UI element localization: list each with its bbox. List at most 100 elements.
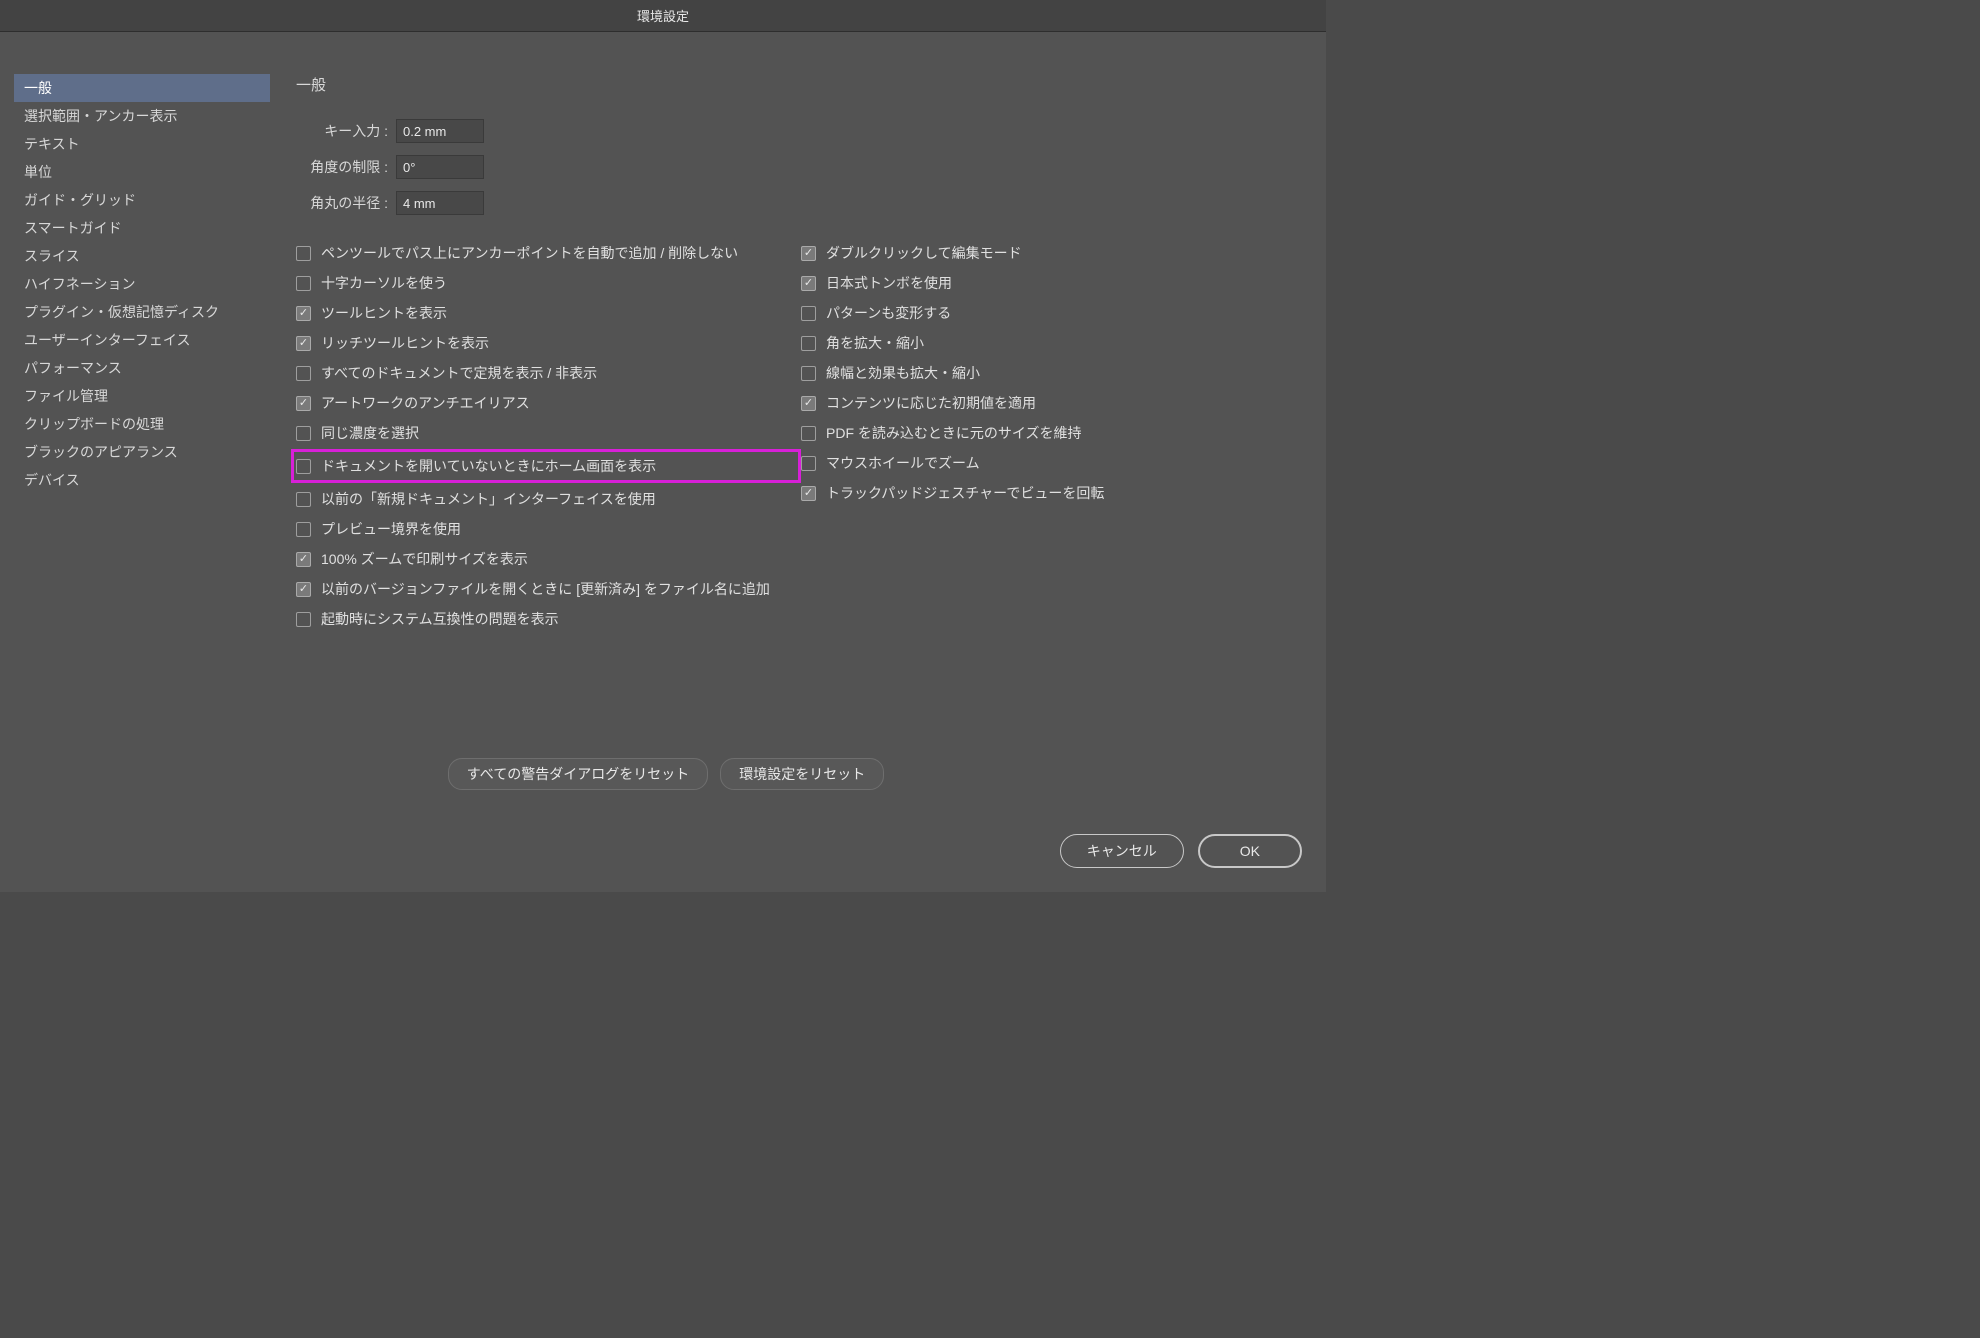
sidebar-item-performance[interactable]: パフォーマンス	[14, 354, 270, 382]
sidebar-item-devices[interactable]: デバイス	[14, 466, 270, 494]
right-check-row-6[interactable]: PDF を読み込むときに元のサイズを維持	[801, 423, 1306, 443]
right-check-checkbox-3[interactable]	[801, 336, 816, 351]
right-check-label-5: コンテンツに応じた初期値を適用	[826, 393, 1036, 413]
angle-label: 角度の制限 :	[296, 157, 396, 177]
right-check-label-4: 線幅と効果も拡大・縮小	[826, 363, 980, 383]
right-check-label-1: 日本式トンボを使用	[826, 273, 952, 293]
reset-buttons: すべての警告ダイアログをリセット 環境設定をリセット	[296, 758, 1036, 790]
sidebar-item-text[interactable]: テキスト	[14, 130, 270, 158]
sidebar-item-plugins[interactable]: プラグイン・仮想記憶ディスク	[14, 298, 270, 326]
left-check-row-7[interactable]: ドキュメントを開いていないときにホーム画面を表示	[291, 449, 801, 483]
right-check-checkbox-2[interactable]	[801, 306, 816, 321]
left-check-label-11: 以前のバージョンファイルを開くときに [更新済み] をファイル名に追加	[321, 579, 770, 599]
right-check-checkbox-4[interactable]	[801, 366, 816, 381]
left-check-label-3: リッチツールヒントを表示	[321, 333, 489, 353]
left-check-row-2[interactable]: ツールヒントを表示	[296, 303, 801, 323]
sidebar-item-clipboard[interactable]: クリップボードの処理	[14, 410, 270, 438]
key-input-field[interactable]	[396, 119, 484, 143]
corner-field[interactable]	[396, 191, 484, 215]
footer-buttons: キャンセル OK	[1060, 834, 1302, 868]
right-check-label-0: ダブルクリックして編集モード	[826, 243, 1022, 263]
left-check-checkbox-4[interactable]	[296, 366, 311, 381]
right-check-row-3[interactable]: 角を拡大・縮小	[801, 333, 1306, 353]
row-corner: 角丸の半径 :	[296, 191, 1306, 215]
sidebar-item-smart-guides[interactable]: スマートガイド	[14, 214, 270, 242]
left-check-row-0[interactable]: ペンツールでパス上にアンカーポイントを自動で追加 / 削除しない	[296, 243, 801, 263]
reset-prefs-button[interactable]: 環境設定をリセット	[720, 758, 884, 790]
left-check-row-1[interactable]: 十字カーソルを使う	[296, 273, 801, 293]
right-check-label-6: PDF を読み込むときに元のサイズを維持	[826, 423, 1081, 443]
sidebar-item-hyphenation[interactable]: ハイフネーション	[14, 270, 270, 298]
left-check-row-8[interactable]: 以前の「新規ドキュメント」インターフェイスを使用	[296, 489, 801, 509]
left-check-label-7: ドキュメントを開いていないときにホーム画面を表示	[321, 456, 656, 476]
left-check-checkbox-6[interactable]	[296, 426, 311, 441]
left-check-checkbox-11[interactable]	[296, 582, 311, 597]
left-check-row-4[interactable]: すべてのドキュメントで定規を表示 / 非表示	[296, 363, 801, 383]
right-check-row-2[interactable]: パターンも変形する	[801, 303, 1306, 323]
right-check-row-1[interactable]: 日本式トンボを使用	[801, 273, 1306, 293]
checkbox-columns: ペンツールでパス上にアンカーポイントを自動で追加 / 削除しない十字カーソルを使…	[296, 243, 1306, 639]
main-panel: 一般 キー入力 : 角度の制限 : 角丸の半径 : ペンツールでパス上にアンカー…	[296, 74, 1306, 639]
left-check-checkbox-1[interactable]	[296, 276, 311, 291]
left-check-label-2: ツールヒントを表示	[321, 303, 447, 323]
left-check-label-12: 起動時にシステム互換性の問題を表示	[321, 609, 559, 629]
left-check-row-9[interactable]: プレビュー境界を使用	[296, 519, 801, 539]
corner-label: 角丸の半径 :	[296, 193, 396, 213]
key-input-label: キー入力 :	[296, 121, 396, 141]
right-check-label-3: 角を拡大・縮小	[826, 333, 924, 353]
checkbox-col-right: ダブルクリックして編集モード日本式トンボを使用パターンも変形する角を拡大・縮小線…	[801, 243, 1306, 639]
right-check-row-0[interactable]: ダブルクリックして編集モード	[801, 243, 1306, 263]
left-check-checkbox-12[interactable]	[296, 612, 311, 627]
angle-field[interactable]	[396, 155, 484, 179]
left-check-checkbox-8[interactable]	[296, 492, 311, 507]
left-check-checkbox-10[interactable]	[296, 552, 311, 567]
right-check-label-7: マウスホイールでズーム	[826, 453, 980, 473]
left-check-checkbox-5[interactable]	[296, 396, 311, 411]
dialog-body: 一般 選択範囲・アンカー表示 テキスト 単位 ガイド・グリッド スマートガイド …	[0, 32, 1326, 892]
sidebar-item-selection[interactable]: 選択範囲・アンカー表示	[14, 102, 270, 130]
right-check-row-5[interactable]: コンテンツに応じた初期値を適用	[801, 393, 1306, 413]
right-check-checkbox-6[interactable]	[801, 426, 816, 441]
right-check-label-2: パターンも変形する	[826, 303, 951, 323]
sidebar-item-ui[interactable]: ユーザーインターフェイス	[14, 326, 270, 354]
left-check-checkbox-0[interactable]	[296, 246, 311, 261]
left-check-checkbox-3[interactable]	[296, 336, 311, 351]
left-check-row-11[interactable]: 以前のバージョンファイルを開くときに [更新済み] をファイル名に追加	[296, 579, 801, 599]
right-check-checkbox-8[interactable]	[801, 486, 816, 501]
sidebar-item-units[interactable]: 単位	[14, 158, 270, 186]
sidebar-item-file-handling[interactable]: ファイル管理	[14, 382, 270, 410]
checkbox-col-left: ペンツールでパス上にアンカーポイントを自動で追加 / 削除しない十字カーソルを使…	[296, 243, 801, 639]
row-angle: 角度の制限 :	[296, 155, 1306, 179]
right-check-row-4[interactable]: 線幅と効果も拡大・縮小	[801, 363, 1306, 383]
left-check-label-4: すべてのドキュメントで定規を表示 / 非表示	[321, 363, 597, 383]
row-key-input: キー入力 :	[296, 119, 1306, 143]
right-check-checkbox-7[interactable]	[801, 456, 816, 471]
left-check-label-0: ペンツールでパス上にアンカーポイントを自動で追加 / 削除しない	[321, 243, 738, 263]
right-check-row-7[interactable]: マウスホイールでズーム	[801, 453, 1306, 473]
left-check-label-6: 同じ濃度を選択	[321, 423, 419, 443]
dialog-title: 環境設定	[0, 0, 1326, 32]
right-check-row-8[interactable]: トラックパッドジェスチャーでビューを回転	[801, 483, 1306, 503]
left-check-label-9: プレビュー境界を使用	[321, 519, 461, 539]
sidebar-item-guides[interactable]: ガイド・グリッド	[14, 186, 270, 214]
left-check-label-1: 十字カーソルを使う	[321, 273, 447, 293]
panel-title: 一般	[296, 74, 1306, 95]
left-check-checkbox-9[interactable]	[296, 522, 311, 537]
left-check-checkbox-7[interactable]	[296, 459, 311, 474]
right-check-checkbox-1[interactable]	[801, 276, 816, 291]
sidebar-item-general[interactable]: 一般	[14, 74, 270, 102]
right-check-checkbox-5[interactable]	[801, 396, 816, 411]
ok-button[interactable]: OK	[1198, 834, 1302, 868]
sidebar-item-black-appearance[interactable]: ブラックのアピアランス	[14, 438, 270, 466]
left-check-row-5[interactable]: アートワークのアンチエイリアス	[296, 393, 801, 413]
cancel-button[interactable]: キャンセル	[1060, 834, 1184, 868]
left-check-row-10[interactable]: 100% ズームで印刷サイズを表示	[296, 549, 801, 569]
right-check-checkbox-0[interactable]	[801, 246, 816, 261]
left-check-row-6[interactable]: 同じ濃度を選択	[296, 423, 801, 443]
reset-warnings-button[interactable]: すべての警告ダイアログをリセット	[448, 758, 708, 790]
left-check-row-12[interactable]: 起動時にシステム互換性の問題を表示	[296, 609, 801, 629]
sidebar: 一般 選択範囲・アンカー表示 テキスト 単位 ガイド・グリッド スマートガイド …	[14, 74, 270, 494]
left-check-row-3[interactable]: リッチツールヒントを表示	[296, 333, 801, 353]
left-check-checkbox-2[interactable]	[296, 306, 311, 321]
sidebar-item-slices[interactable]: スライス	[14, 242, 270, 270]
